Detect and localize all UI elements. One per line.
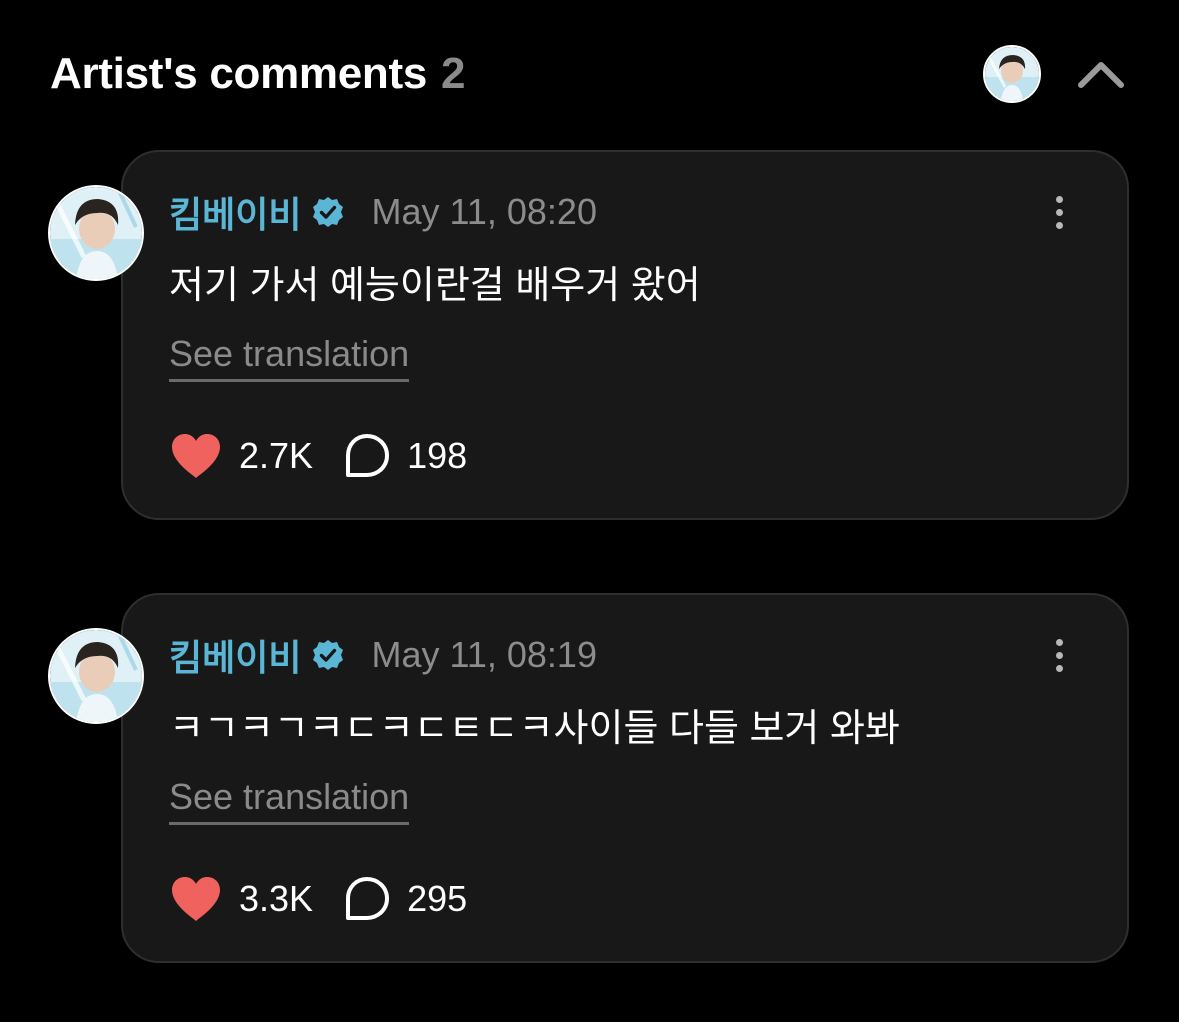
- comment-count: 2: [441, 49, 466, 98]
- comment-meta: 킴베이비 May 11, 08:19: [169, 633, 597, 678]
- more-options-button[interactable]: [1042, 633, 1076, 677]
- author-name[interactable]: 킴베이비: [169, 629, 301, 681]
- comment-text: 저기 가서 예능이란걸 배우거 왔어: [169, 265, 701, 307]
- comment-bubble-icon: [346, 434, 390, 477]
- like-button[interactable]: 3.3K: [169, 875, 313, 923]
- comment-text: ㅋㄱㅋㄱㅋㄷㅋㄷㅌㄷㅋ사이들 다들 보거 와봐: [169, 708, 900, 750]
- more-vertical-icon: [1055, 638, 1063, 646]
- collapse-button[interactable]: [1075, 54, 1127, 94]
- like-count: 3.3K: [239, 878, 314, 919]
- section-title: Artist's comments: [50, 49, 428, 98]
- verified-badge-icon: [313, 197, 344, 227]
- more-vertical-icon: [1055, 195, 1063, 203]
- avatar-image: [50, 187, 142, 279]
- more-options-button[interactable]: [1042, 190, 1076, 234]
- commenter-avatar[interactable]: [48, 628, 144, 724]
- heart-icon: [172, 877, 220, 921]
- reply-button[interactable]: 295: [343, 875, 467, 923]
- avatar-image: [985, 47, 1039, 101]
- artist-avatar[interactable]: [983, 45, 1041, 103]
- verified-badge-icon: [313, 640, 344, 670]
- commenter-avatar[interactable]: [48, 185, 144, 281]
- avatar-image: [50, 630, 142, 722]
- see-translation-link[interactable]: See translation: [169, 333, 410, 382]
- reply-button[interactable]: 198: [343, 432, 467, 480]
- comment-timestamp: May 11, 08:19: [371, 634, 597, 675]
- comment-actions: 2.7K 198: [169, 431, 467, 481]
- comment-meta: 킴베이비 May 11, 08:20: [169, 190, 597, 235]
- comment-timestamp: May 11, 08:20: [371, 191, 597, 232]
- comment-bubble-icon: [346, 877, 390, 920]
- author-name[interactable]: 킴베이비: [169, 186, 301, 238]
- reply-count: 295: [407, 878, 468, 919]
- heart-icon: [172, 434, 220, 478]
- like-button[interactable]: 2.7K: [169, 432, 313, 480]
- comment-actions: 3.3K 295: [169, 874, 467, 924]
- chevron-up-icon: [1078, 62, 1124, 88]
- like-count: 2.7K: [239, 435, 314, 476]
- header-controls: [983, 45, 1127, 103]
- section-header: Artist's comments 2: [50, 45, 1127, 103]
- reply-count: 198: [407, 435, 468, 476]
- see-translation-link[interactable]: See translation: [169, 776, 410, 825]
